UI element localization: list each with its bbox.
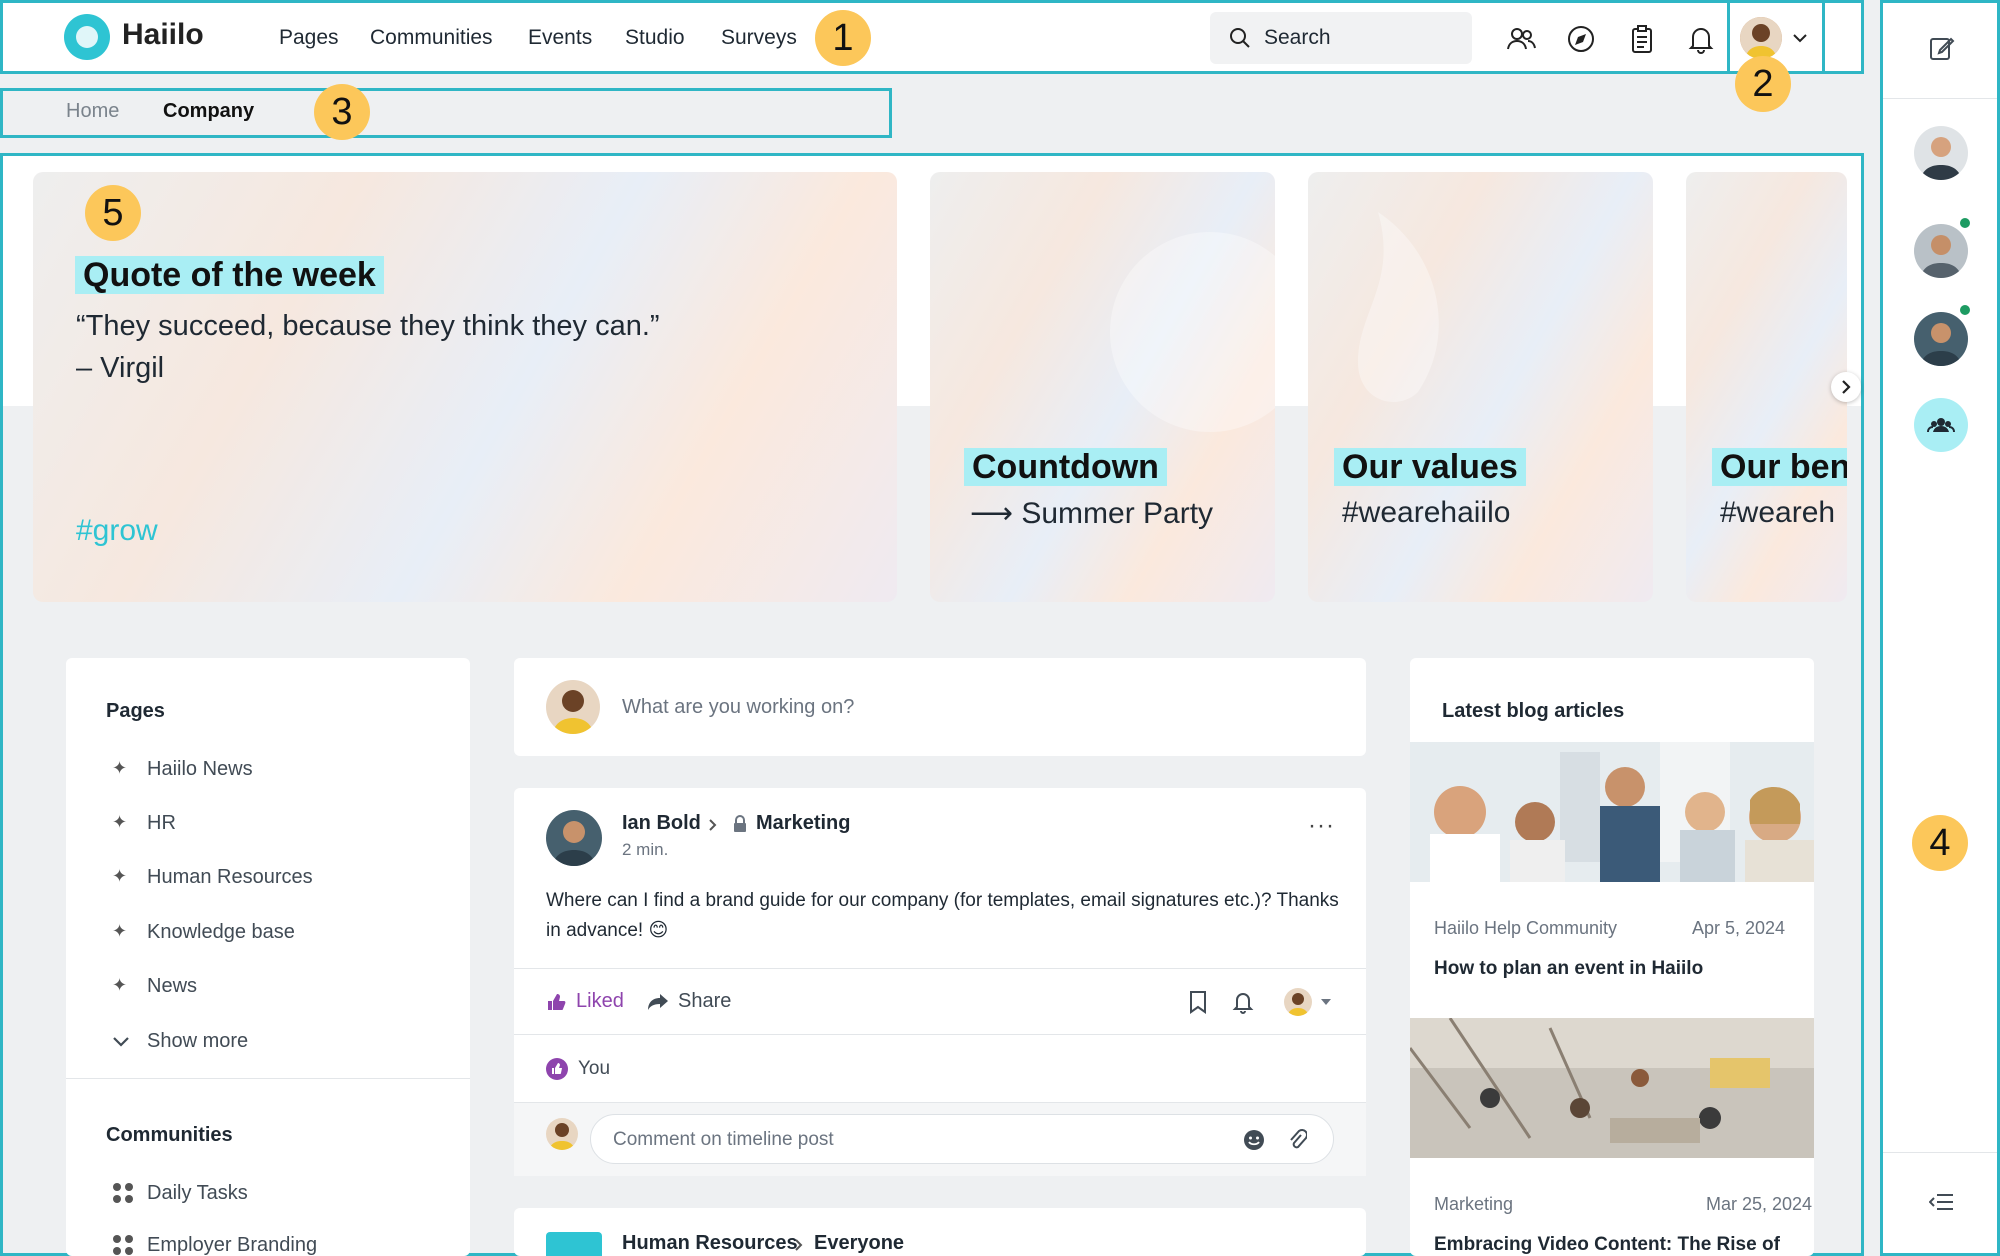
chevron-right-icon (709, 819, 717, 831)
more-options-icon[interactable]: ··· (1308, 812, 1335, 840)
divider (514, 1034, 1366, 1035)
values-title: Our values (1334, 448, 1526, 486)
blog-date-2: Mar 25, 2024 (1706, 1194, 1813, 1214)
post2-target[interactable]: Everyone (814, 1232, 904, 1255)
comment-placeholder: Comment on timeline post (613, 1129, 834, 1150)
pin-icon: ✦ (112, 975, 128, 995)
liked-button[interactable]: Liked (576, 990, 624, 1013)
post-author-avatar[interactable] (546, 810, 602, 866)
blog-date-1: Apr 5, 2024 (1692, 918, 1786, 938)
callout-frame-rail (1880, 0, 2000, 1256)
lock-icon (734, 815, 746, 832)
benefits-sub: #weareh (1720, 496, 1836, 529)
likers-text[interactable]: You (578, 1058, 610, 1080)
timeline-post: Ian Bold Marketing 2 min. ··· Where can … (514, 788, 1366, 1176)
sidebar-item-human-resources[interactable]: Human Resources (147, 866, 313, 889)
share-button[interactable]: Share (678, 990, 731, 1013)
blog-title-2[interactable]: Embracing Video Content: The Rise of (1434, 1234, 1780, 1256)
community-icon (113, 1183, 133, 1203)
callout-badge-2: 2 (1735, 56, 1791, 112)
chevron-right-icon (795, 1239, 803, 1251)
benefits-title: Our ben (1712, 448, 1847, 486)
show-more-link[interactable]: Show more (147, 1030, 248, 1053)
blog-heading: Latest blog articles (1442, 700, 1625, 722)
post2-author[interactable]: Human Resources (622, 1232, 798, 1255)
sidebar-item-knowledge-base[interactable]: Knowledge base (147, 921, 295, 944)
values-card[interactable]: Our values #wearehaiilo (1308, 172, 1653, 602)
sidebar-item-news[interactable]: News (147, 975, 197, 998)
post-as-avatar[interactable] (1284, 988, 1312, 1016)
sidebar-item-haiilo-news[interactable]: Haiilo News (147, 758, 253, 781)
bell-icon[interactable] (1232, 990, 1254, 1014)
like-reaction-icon (546, 1058, 568, 1080)
breadcrumb (0, 88, 892, 138)
comment-input[interactable]: Comment on timeline post (590, 1114, 1334, 1164)
caret-down-icon[interactable] (1320, 998, 1332, 1006)
countdown-sub: ⟶ Summer Party (970, 497, 1214, 530)
chevron-down-icon (113, 1037, 129, 1047)
quote-text: “They succeed, because they think they c… (76, 310, 660, 342)
post-author-name[interactable]: Ian Bold (622, 812, 701, 835)
divider (66, 1078, 470, 1079)
blog-image-1[interactable] (1410, 742, 1814, 882)
blog-source-1[interactable]: Haiilo Help Community (1434, 918, 1617, 939)
blog-source-2[interactable]: Marketing (1434, 1194, 1513, 1215)
breadcrumb-current: Company (163, 100, 255, 122)
quote-tag: #grow (76, 514, 158, 547)
quote-author: – Virgil (76, 352, 165, 384)
timeline-post-2: Human Resources Everyone (514, 1208, 1366, 1256)
carousel-next-button[interactable] (1831, 372, 1861, 402)
post-target[interactable]: Marketing (756, 812, 850, 835)
quote-title: Quote of the week (75, 256, 384, 294)
divider (514, 968, 1366, 969)
breadcrumb-home[interactable]: Home (66, 100, 119, 123)
callout-badge-3: 3 (314, 84, 370, 140)
emoji-icon[interactable] (1243, 1129, 1265, 1151)
share-icon (648, 994, 668, 1010)
post-composer[interactable]: What are you working on? (514, 658, 1366, 756)
callout-badge-1: 1 (815, 10, 871, 66)
commenter-avatar (546, 1118, 578, 1150)
callout-badge-5: 5 (85, 185, 141, 241)
values-sub: #wearehaiilo (1342, 496, 1511, 529)
post2-avatar[interactable] (546, 1232, 602, 1256)
communities-heading: Communities (106, 1124, 233, 1146)
community-icon (113, 1235, 133, 1255)
blog-image-2[interactable] (1410, 1018, 1814, 1158)
pin-icon: ✦ (112, 921, 128, 941)
attachment-icon[interactable] (1287, 1128, 1307, 1152)
sidebar-item-hr[interactable]: HR (147, 812, 176, 835)
pages-heading: Pages (106, 700, 165, 722)
quote-card[interactable]: Quote of the week “They succeed, because… (33, 172, 897, 602)
left-sidebar: Pages ✦ Haiilo News ✦ HR ✦ Human Resourc… (66, 658, 470, 1256)
composer-avatar (546, 680, 600, 734)
callout-badge-4: 4 (1912, 815, 1968, 871)
countdown-card[interactable]: Countdown ⟶ Summer Party (930, 172, 1275, 602)
brand-drop-icon (1358, 212, 1439, 402)
thumbs-up-icon (548, 994, 566, 1010)
benefits-card[interactable]: Our ben #weareh (1686, 172, 1847, 602)
blog-widget: Latest blog articles Haiilo Help Communi… (1410, 658, 1814, 1256)
chevron-right-icon (1842, 380, 1851, 394)
post-body: Where can I find a brand guide for our c… (546, 890, 1339, 941)
post-time: 2 min. (622, 840, 669, 859)
pin-icon: ✦ (112, 812, 128, 832)
countdown-title: Countdown (964, 448, 1167, 486)
composer-placeholder[interactable]: What are you working on? (622, 696, 854, 719)
pin-icon: ✦ (112, 758, 128, 778)
callout-frame-nav (0, 0, 1864, 74)
sidebar-item-daily-tasks[interactable]: Daily Tasks (147, 1182, 248, 1205)
brand-watermark-icon (1110, 232, 1275, 432)
bookmark-icon[interactable] (1188, 990, 1208, 1014)
pin-icon: ✦ (112, 866, 128, 886)
blog-title-1[interactable]: How to plan an event in Haiilo (1434, 958, 1703, 980)
sidebar-item-employer-branding[interactable]: Employer Branding (147, 1234, 317, 1256)
